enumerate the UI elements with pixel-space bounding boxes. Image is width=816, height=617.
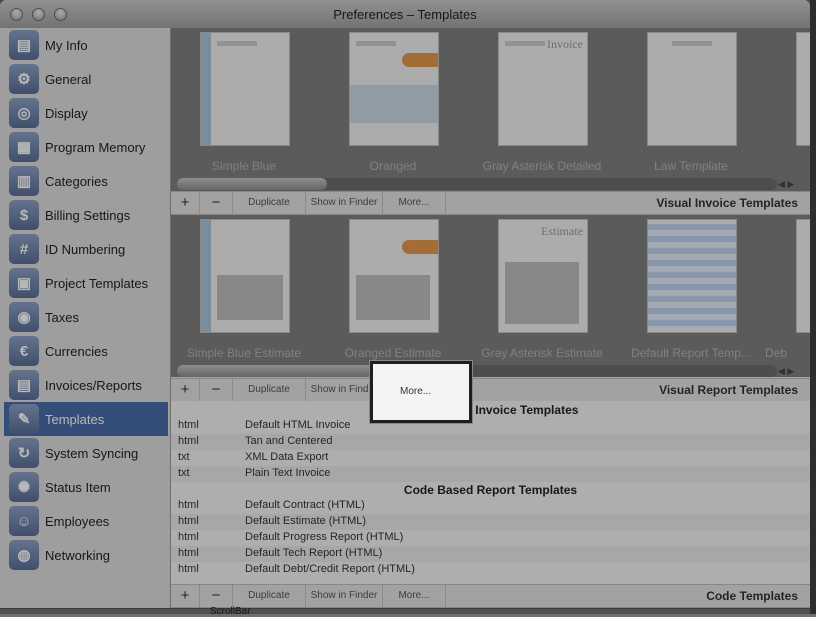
dim-overlay	[0, 0, 816, 614]
more-button-highlight[interactable]: More...	[370, 361, 472, 423]
more-button-label: More...	[400, 386, 432, 397]
